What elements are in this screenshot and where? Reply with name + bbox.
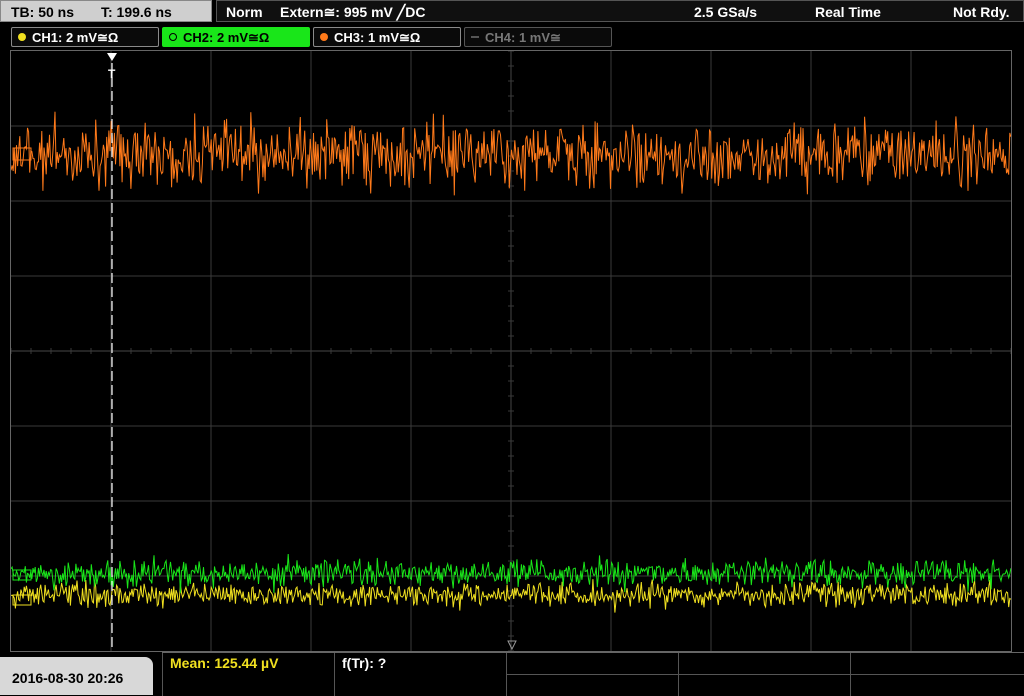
measurement-divider xyxy=(506,674,1024,675)
datetime-panel: 2016-08-30 20:26 xyxy=(0,657,153,695)
ch1-indicator-icon xyxy=(18,33,26,41)
channel-tab-ch2[interactable]: CH2: 2 mV≅Ω xyxy=(162,27,310,47)
frequency-value: f(Tr): ? xyxy=(342,655,387,671)
ch4-label: CH4: 1 mV≅ xyxy=(485,30,561,45)
mean-value: Mean: 125.44 µV xyxy=(170,655,279,671)
trigger-time-value: T: 199.6 ns xyxy=(101,4,172,20)
ch4-indicator-icon xyxy=(471,36,479,38)
acquisition-mode: Real Time xyxy=(815,4,881,20)
sample-rate: 2.5 GSa/s xyxy=(694,4,758,20)
channel-tab-ch4[interactable]: CH4: 1 mV≅ xyxy=(464,27,612,47)
measurement-frequency[interactable]: f(Tr): ? xyxy=(334,653,506,696)
graticule xyxy=(10,50,1012,652)
channel-tab-ch3[interactable]: CH3: 1 mV≅Ω xyxy=(313,27,461,47)
trigger-level-marker-icon xyxy=(507,640,517,651)
trigger-status: Not Rdy. xyxy=(953,4,1010,20)
channel-tab-ch1[interactable]: CH1: 2 mV≅Ω xyxy=(11,27,159,47)
ch3-indicator-icon xyxy=(320,33,328,41)
trigger-panel[interactable]: Norm Extern≅: 995 mV ╱DC 2.5 GSa/s Real … xyxy=(216,0,1024,22)
ch3-label: CH3: 1 mV≅Ω xyxy=(334,30,421,45)
timebase-value: TB: 50 ns xyxy=(11,4,75,20)
datetime-value: 2016-08-30 20:26 xyxy=(12,670,124,686)
trigger-mode: Norm xyxy=(226,4,263,20)
trigger-t-icon: T xyxy=(108,67,116,81)
ch1-label: CH1: 2 mV≅Ω xyxy=(32,30,119,45)
trigger-source: Extern≅: 995 mV ╱DC xyxy=(280,4,426,20)
status-bar: TB: 50 ns T: 199.6 ns Norm Extern≅: 995 … xyxy=(0,0,1024,24)
ch2-indicator-icon xyxy=(169,33,177,41)
measurement-bar: Mean: 125.44 µV f(Tr): ? xyxy=(162,652,1024,696)
ch2-label: CH2: 2 mV≅Ω xyxy=(183,30,270,45)
measurement-mean[interactable]: Mean: 125.44 µV xyxy=(162,653,334,696)
trigger-position-marker-icon[interactable] xyxy=(107,53,117,61)
timebase-panel[interactable]: TB: 50 ns T: 199.6 ns xyxy=(0,0,212,22)
waveform-display[interactable]: T xyxy=(10,50,1012,652)
waveform-canvas: T xyxy=(10,50,1012,652)
